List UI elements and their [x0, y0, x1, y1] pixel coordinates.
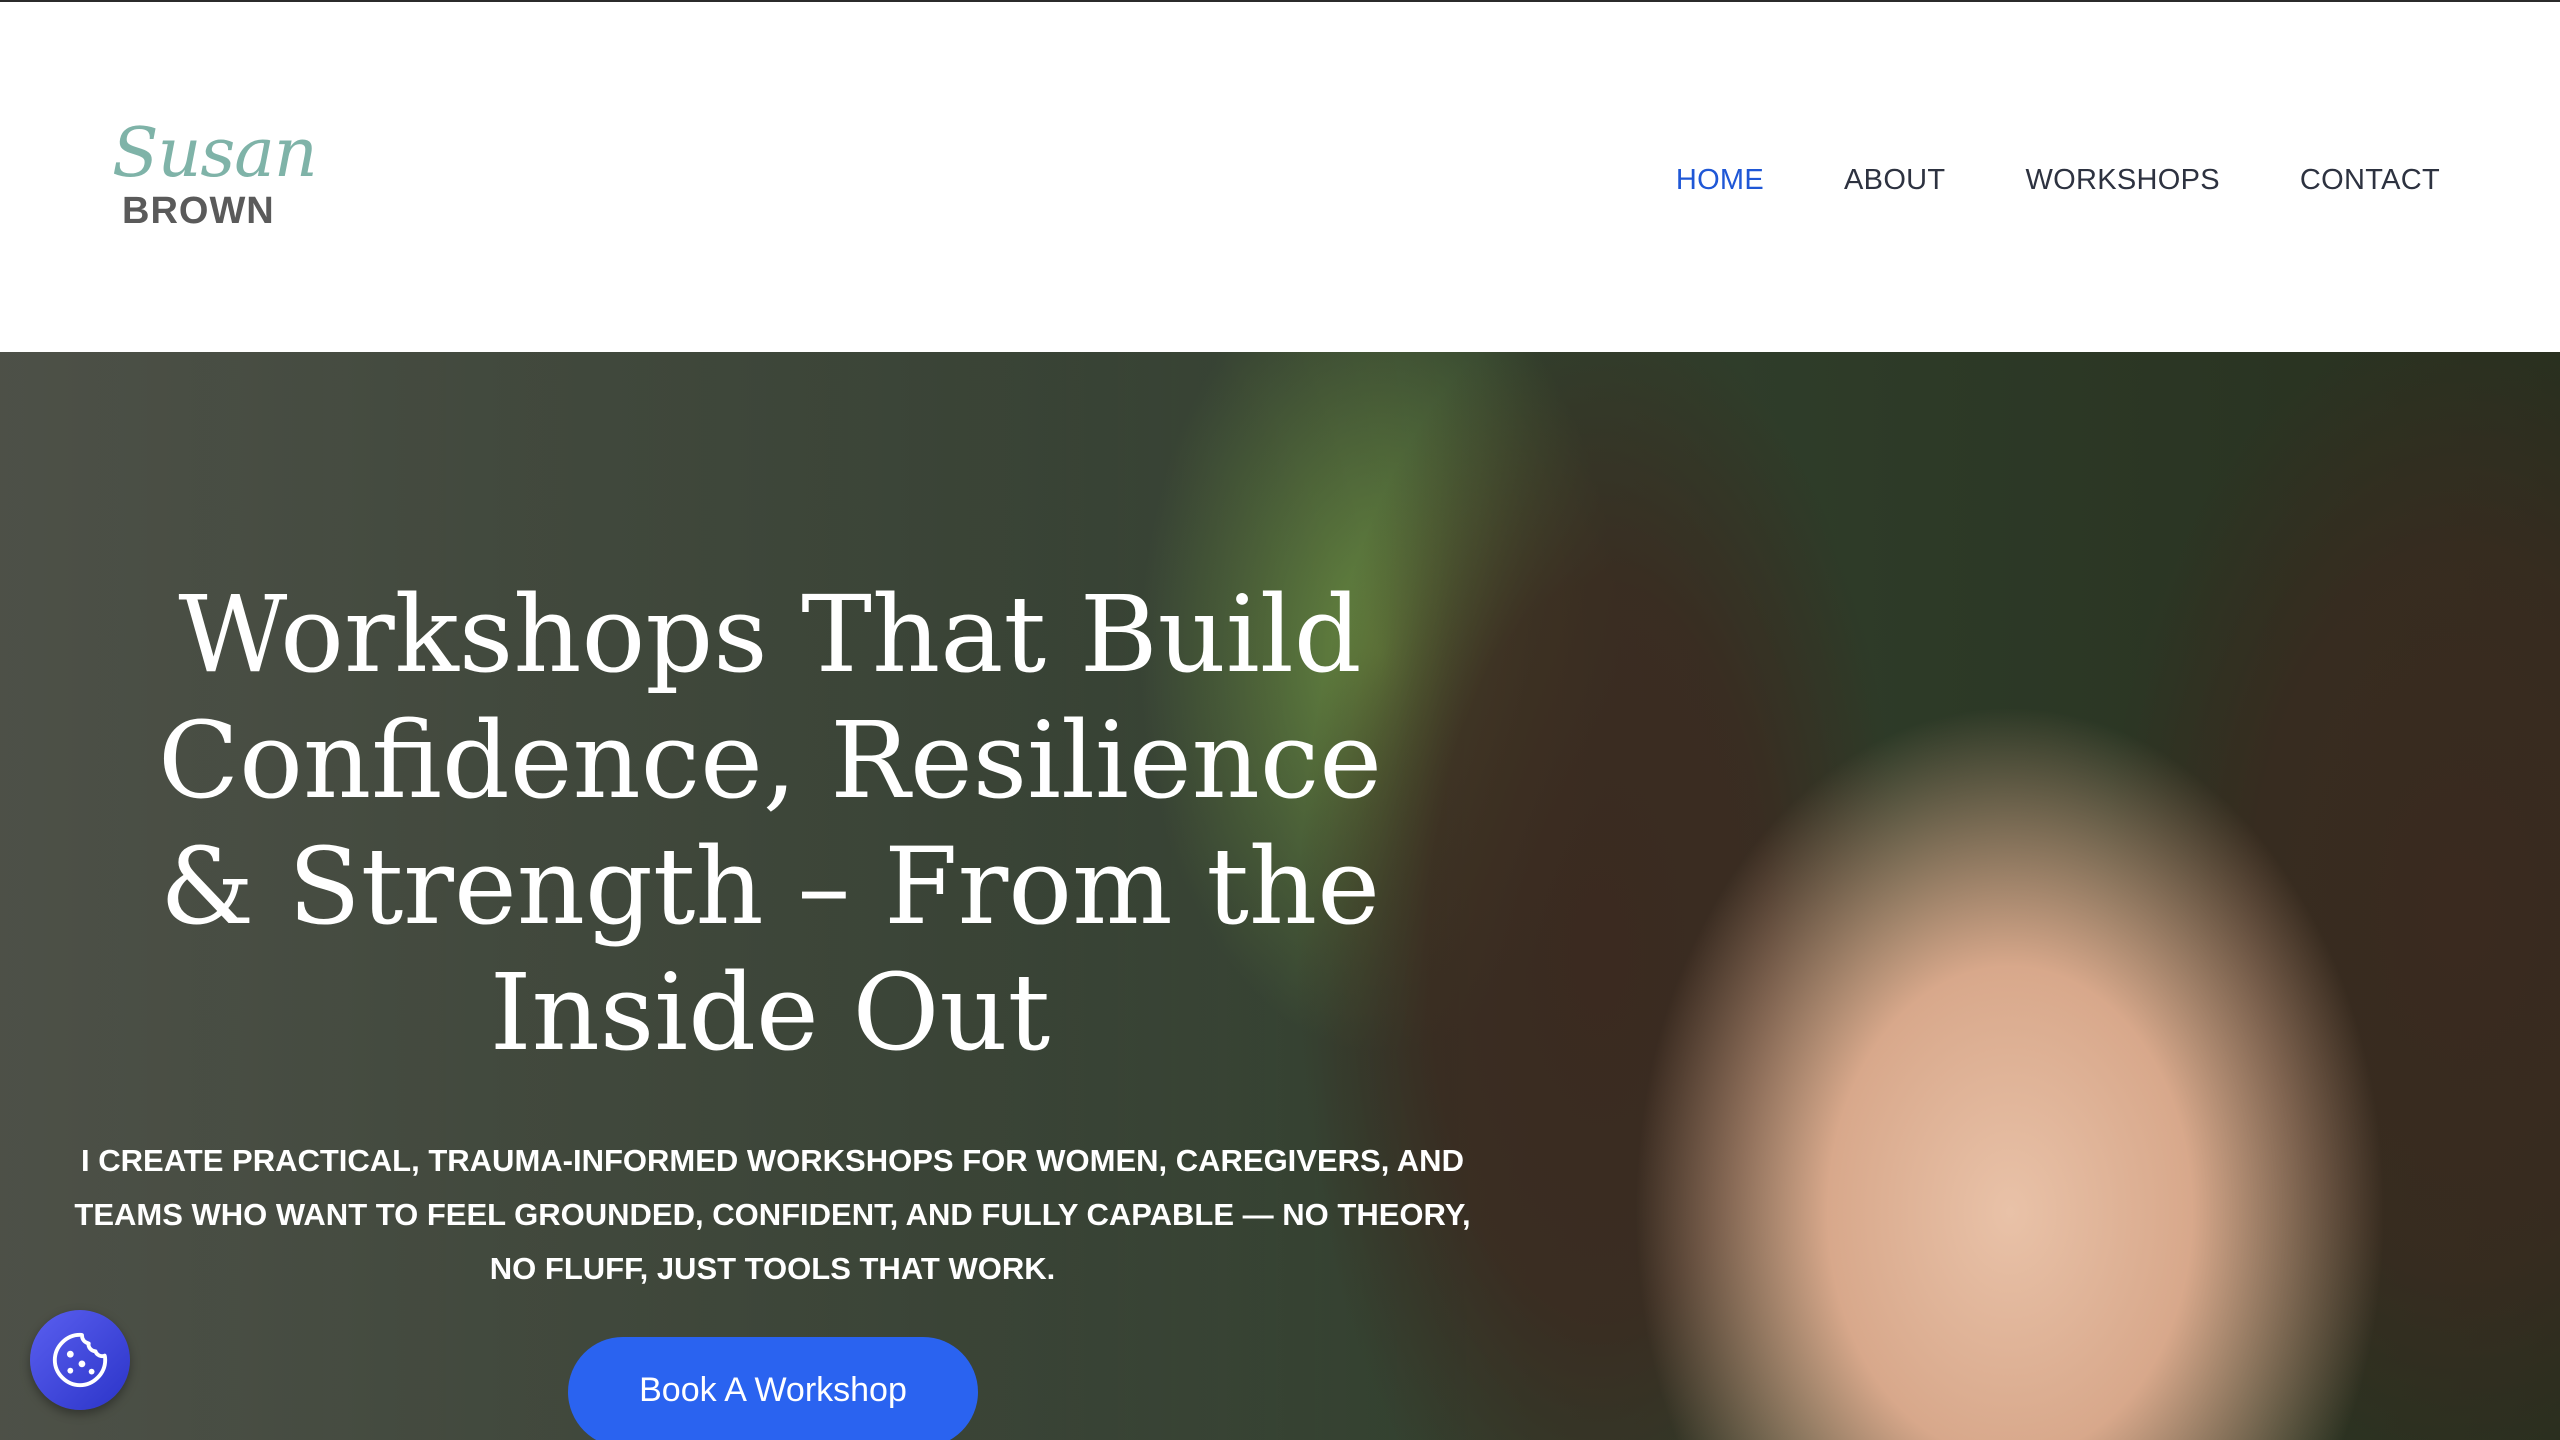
nav-contact[interactable]: CONTACT — [2300, 164, 2440, 197]
logo-script-text: Susan — [112, 114, 318, 193]
nav-workshops[interactable]: WORKSHOPS — [2025, 164, 2219, 197]
cookie-icon — [52, 1332, 108, 1388]
main-navigation: HOME ABOUT WORKSHOPS CONTACT — [1676, 160, 2440, 200]
cookie-settings-button[interactable] — [30, 1310, 130, 1410]
hero-section: Workshops That Build Confidence, Resilie… — [0, 352, 2560, 1440]
logo-name-text: BROWN — [122, 190, 275, 232]
nav-home[interactable]: HOME — [1676, 164, 1764, 197]
nav-about[interactable]: ABOUT — [1844, 164, 1945, 197]
site-logo[interactable]: Susan BROWN — [112, 120, 318, 232]
site-header: Susan BROWN HOME ABOUT WORKSHOPS CONTACT — [0, 2, 2560, 352]
book-workshop-button[interactable]: Book A Workshop — [568, 1337, 978, 1440]
hero-title: Workshops That Build Confidence, Resilie… — [158, 573, 1382, 1074]
hero-subtitle: I create practical, trauma-informed work… — [74, 1143, 1471, 1286]
